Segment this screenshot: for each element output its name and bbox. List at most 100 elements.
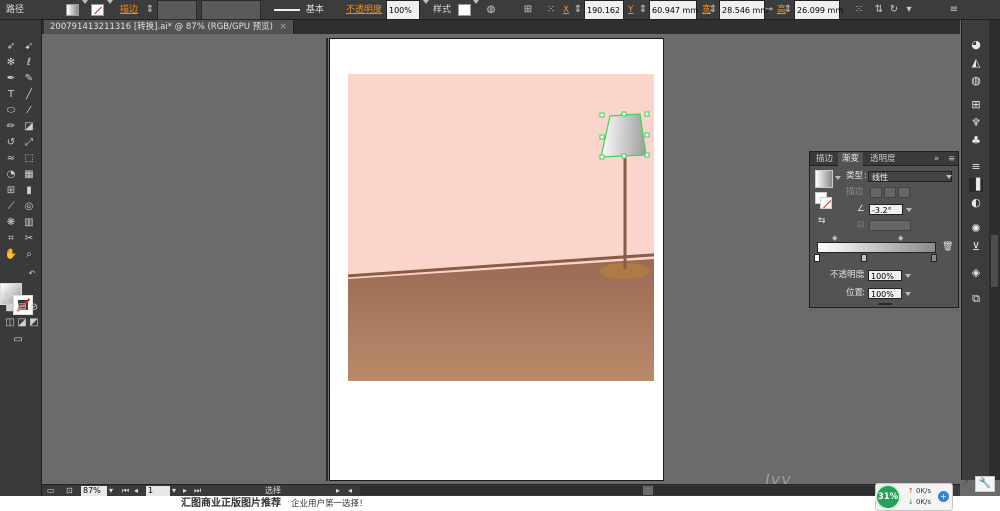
recolor-artwork-icon[interactable]: ◍	[484, 0, 498, 20]
symbols-icon[interactable]: ♆	[969, 116, 983, 130]
panel-menu-icon[interactable]: ▾	[902, 0, 916, 20]
midpoint-diamond-icon[interactable]: ◆	[898, 234, 903, 242]
first-artboard-icon[interactable]: ⏮	[122, 486, 129, 496]
none-mode-icon[interactable]: ⊘	[26, 301, 42, 315]
pen-tool-icon[interactable]: ✒	[3, 72, 19, 86]
ad-tagline[interactable]: 企业用户第一选择！	[291, 498, 368, 510]
stroke-swatch[interactable]	[91, 0, 104, 20]
graphic-style-swatch[interactable]	[458, 0, 471, 20]
layers-icon[interactable]: ◈	[969, 266, 983, 280]
eraser-tool-icon[interactable]: ◪	[21, 120, 37, 134]
angle-field[interactable]: -3.2°	[869, 204, 903, 215]
symbol-sprayer-tool-icon[interactable]: ❋	[3, 216, 19, 230]
boost-plus-icon[interactable]: +	[938, 491, 949, 502]
pencil-tool-icon[interactable]: ✏	[3, 120, 19, 134]
reverse-gradient-icon[interactable]: ⇆	[818, 216, 826, 227]
x-field[interactable]: 190.162	[584, 0, 624, 20]
panel-menu-icon[interactable]: ≡	[944, 152, 959, 166]
stroke-toggle-icon[interactable]	[820, 197, 832, 209]
stroke-weight-field[interactable]	[157, 0, 197, 20]
angle-dropdown-icon[interactable]	[906, 208, 912, 212]
vertical-scrollbar[interactable]	[989, 20, 1000, 480]
gradient-preview-swatch[interactable]	[815, 170, 833, 188]
y-field[interactable]: 60.947 mm	[649, 0, 698, 20]
flip-icon[interactable]: ⇅	[872, 0, 886, 20]
opacity-field[interactable]: 100%	[386, 0, 420, 20]
opacity-label[interactable]: 不透明度	[346, 0, 382, 20]
aspect-ratio-field[interactable]	[869, 220, 911, 231]
height-field[interactable]: 26.099 mm	[794, 0, 843, 20]
status-menu-icon[interactable]: ▸	[336, 486, 340, 496]
stop-location-field[interactable]: 100%	[868, 288, 902, 299]
widget-arrow-icon[interactable]: ⇗	[961, 478, 969, 489]
memory-usage-badge[interactable]: 31%	[875, 484, 901, 510]
variable-width-profile[interactable]	[201, 0, 261, 20]
hand-tool-icon[interactable]: ✋	[3, 248, 19, 262]
stop-opacity-field[interactable]: 100%	[868, 270, 902, 281]
stroke-within-icon[interactable]	[870, 187, 882, 198]
x-stepper-icon[interactable]: ⇕	[571, 0, 585, 20]
gradient-icon[interactable]: ▐	[969, 178, 983, 192]
lamp-stand[interactable]	[623, 156, 627, 269]
height-stepper-icon[interactable]: ⇕	[781, 0, 795, 20]
width-field[interactable]: 28.546 mm	[719, 0, 768, 20]
default-fill-stroke-icon[interactable]: ◩	[0, 288, 16, 302]
brushes-icon[interactable]: ⊞	[969, 98, 983, 112]
color-icon[interactable]: ◕	[969, 38, 983, 52]
free-transform-tool-icon[interactable]: ⬚	[21, 152, 37, 166]
horizontal-scroll-thumb[interactable]	[643, 486, 653, 495]
horizontal-scroll-left-icon[interactable]: ◂	[348, 486, 352, 496]
magic-wand-tool-icon[interactable]: ✻	[3, 56, 19, 70]
gradient-stop-white[interactable]	[814, 254, 820, 262]
zoom-toggle-icon[interactable]: ⊡	[66, 486, 73, 496]
artboard-navigation-icon[interactable]: ▭	[47, 486, 55, 496]
scale-tool-icon[interactable]: ⤢	[21, 136, 37, 150]
selection-handle[interactable]	[621, 153, 627, 159]
shape-builder-tool-icon[interactable]: ◔	[3, 168, 19, 182]
opacity-dropdown-icon[interactable]	[423, 0, 429, 20]
tab-stroke[interactable]: 描边	[812, 152, 837, 166]
warp-tool-icon[interactable]: ≈	[3, 152, 19, 166]
prev-artboard-icon[interactable]: ◂	[134, 486, 138, 496]
stroke-along-icon[interactable]	[884, 187, 896, 198]
selection-handle[interactable]	[644, 111, 650, 117]
y-stepper-icon[interactable]: ⇕	[636, 0, 650, 20]
next-artboard-icon[interactable]: ▸	[183, 486, 187, 496]
stroke-across-icon[interactable]	[898, 187, 910, 198]
gradient-preview-dropdown-icon[interactable]	[835, 176, 841, 180]
artboard-number-field[interactable]: 1	[146, 486, 170, 496]
gradient-stop-gray[interactable]	[931, 254, 937, 262]
swap-fill-stroke-icon[interactable]: ↶	[24, 267, 40, 281]
reference-point-icon[interactable]: ⁙	[544, 0, 558, 20]
fill-swatch[interactable]	[66, 0, 79, 20]
direct-selection-tool-icon[interactable]: ➹	[21, 40, 37, 54]
blend-tool-icon[interactable]: ◎	[21, 200, 37, 214]
zoom-tool-icon[interactable]: ⌕	[21, 248, 37, 262]
panel-collapse-icon[interactable]: »	[930, 152, 943, 166]
selection-tool-icon[interactable]: ➶	[3, 40, 19, 54]
artwork[interactable]	[348, 74, 654, 381]
selection-handle[interactable]	[644, 152, 650, 158]
artboard-tool-icon[interactable]: ⌗	[3, 232, 19, 246]
ad-headline[interactable]: 汇图商业正版图片推荐	[181, 497, 281, 510]
width-stepper-icon[interactable]: ⇕	[706, 0, 720, 20]
paintbrush-tool-icon[interactable]: ⁄	[21, 104, 37, 118]
y-label[interactable]: Y	[628, 0, 634, 20]
horizontal-scrollbar[interactable]	[360, 486, 948, 495]
curvature-tool-icon[interactable]: ✎	[21, 72, 37, 86]
lasso-tool-icon[interactable]: ℓ	[21, 56, 37, 70]
wrench-icon[interactable]: 🔧	[975, 476, 995, 492]
fill-dropdown-icon[interactable]	[82, 0, 88, 20]
document-tab[interactable]: 200791413211316 [转换].ai* @ 87% (RGB/GPU …	[44, 20, 294, 34]
mesh-tool-icon[interactable]: ⊞	[3, 184, 19, 198]
swatches-icon[interactable]: ◍	[969, 74, 983, 88]
zoom-dropdown-icon[interactable]: ▾	[109, 486, 113, 496]
style-dropdown-icon[interactable]	[473, 0, 479, 20]
graphic-styles-icon[interactable]: ♣	[969, 134, 983, 148]
perspective-tool-icon[interactable]: ▦	[21, 168, 37, 182]
rotate-tool-icon[interactable]: ↺	[3, 136, 19, 150]
screen-mode-icon[interactable]: ▭	[10, 333, 26, 347]
constrain-proportions-icon[interactable]: ⊸	[762, 0, 776, 20]
line-tool-icon[interactable]: ╱	[21, 88, 37, 102]
column-graph-tool-icon[interactable]: ▥	[21, 216, 37, 230]
